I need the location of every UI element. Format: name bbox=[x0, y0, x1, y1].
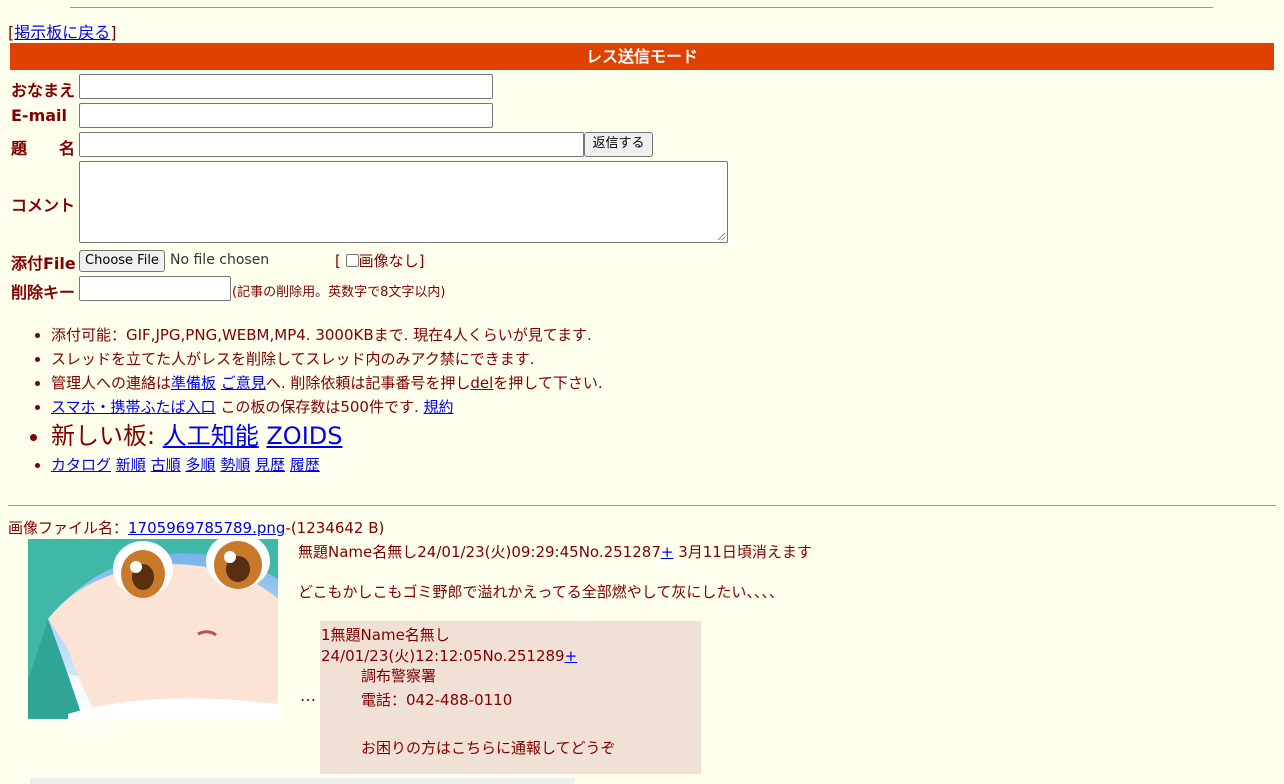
list-item: 管理人への連絡は準備板 ご意見へ. 削除依頼は記事番号を押しdelを押して下さい… bbox=[51, 371, 603, 395]
name-label: おなまえ bbox=[11, 81, 76, 100]
feedback-link[interactable]: ご意見 bbox=[221, 374, 266, 392]
list-item: 新しい板: 人工知能 ZOIDS bbox=[51, 419, 603, 453]
delete-key-label: 削除キー bbox=[11, 283, 76, 302]
subject-input[interactable] bbox=[79, 132, 584, 157]
contact-text-end: を押して下さい. bbox=[493, 374, 603, 392]
choose-file-button[interactable]: Choose File bbox=[79, 250, 165, 272]
list-item: スレッドを立てた人がレスを削除してスレッド内のみアク禁にできます. bbox=[51, 347, 603, 371]
reply-header: 1無題Name名無し 24/01/23(火)12:12:05No.251289+ bbox=[321, 624, 701, 666]
file-name-link[interactable]: 1705969785789.png bbox=[128, 519, 285, 537]
comment-textarea[interactable] bbox=[79, 161, 728, 243]
view-history-link[interactable]: 見歴 bbox=[255, 456, 285, 474]
reply-line: 電話：042-488-0110 bbox=[361, 691, 513, 709]
top-divider bbox=[70, 7, 1213, 8]
name-input[interactable] bbox=[79, 74, 493, 99]
prep-board-link[interactable]: 準備板 bbox=[171, 374, 216, 392]
reply-body: 調布警察署 電話：042-488-0110 お困りの方はこちらに通報してどうぞ bbox=[361, 664, 616, 760]
contact-text: 管理人への連絡は bbox=[51, 374, 172, 392]
post-meta: 無題Name名無し24/01/23(火)09:29:45No.251287 bbox=[298, 543, 661, 561]
new-board-zoids-link[interactable]: ZOIDS bbox=[266, 422, 342, 450]
mobile-entry-link[interactable]: スマホ・携帯ふたば入口 bbox=[51, 398, 216, 416]
rules-link[interactable]: 規約 bbox=[424, 398, 454, 416]
no-file-chosen-text: No file chosen bbox=[170, 252, 270, 268]
board-info-list: 添付可能：GIF,JPG,PNG,WEBM,MP4. 3000KBまで. 現在4… bbox=[11, 323, 603, 477]
file-label: 添付File bbox=[11, 254, 76, 273]
new-boards-label: 新しい板: bbox=[51, 422, 163, 450]
attachment-info: 添付可能：GIF,JPG,PNG,WEBM,MP4. 3000KBまで. 現在4… bbox=[51, 326, 592, 344]
post-ellipsis: … bbox=[300, 686, 316, 705]
reply-line: お困りの方はこちらに通報してどうぞ bbox=[361, 739, 616, 757]
file-size: -(1234642 B) bbox=[285, 519, 385, 537]
sort-new-link[interactable]: 新順 bbox=[116, 456, 146, 474]
post-expire: 3月11日頃消えます bbox=[673, 543, 812, 561]
next-reply-edge bbox=[30, 778, 575, 784]
post-plus-link[interactable]: + bbox=[661, 543, 674, 561]
no-image-checkbox[interactable] bbox=[345, 254, 359, 267]
no-image-label: 画像なし bbox=[358, 252, 419, 270]
list-item: カタログ 新順 古順 多順 勢順 見歴 履歴 bbox=[51, 453, 603, 477]
storage-info: この板の保存数は500件です. bbox=[215, 398, 424, 416]
history-link[interactable]: 履歴 bbox=[290, 456, 320, 474]
reply-line: 調布警察署 bbox=[361, 667, 437, 685]
anime-girl-image bbox=[28, 539, 278, 719]
catalog-link[interactable]: カタログ bbox=[51, 456, 111, 474]
bracket-close: ] bbox=[418, 252, 425, 270]
list-item: 添付可能：GIF,JPG,PNG,WEBM,MP4. 3000KBまで. 現在4… bbox=[51, 323, 603, 347]
sort-many-link[interactable]: 多順 bbox=[185, 456, 215, 474]
back-to-board-link[interactable]: 掲示板に戻る bbox=[14, 23, 110, 42]
file-name-label: 画像ファイル名： bbox=[8, 519, 129, 537]
reply-block: 1無題Name名無し 24/01/23(火)12:12:05No.251289+… bbox=[320, 621, 701, 774]
post-header: 無題Name名無し24/01/23(火)09:29:45No.251287+ 3… bbox=[298, 541, 812, 562]
reply-meta: 1無題Name名無し 24/01/23(火)12:12:05No.251289 bbox=[321, 626, 565, 665]
email-label: E-mail bbox=[11, 106, 68, 125]
reply-mode-banner: レス送信モード bbox=[10, 43, 1274, 70]
delete-key-note: (記事の削除用。英数字で8文字以内) bbox=[232, 285, 446, 300]
resize-handle-icon[interactable] bbox=[717, 232, 726, 241]
sort-momentum-link[interactable]: 勢順 bbox=[220, 456, 250, 474]
bracket-open: [ bbox=[335, 252, 341, 270]
del-link[interactable]: del bbox=[470, 374, 493, 392]
thread-divider bbox=[8, 505, 1276, 506]
post-body: どこもかしこもゴミ野郎で溢れかえってる全部燃やして灰にしたい、、、、 bbox=[298, 583, 784, 601]
reply-submit-button[interactable]: 返信する bbox=[584, 132, 653, 157]
bracket-close: ] bbox=[110, 23, 117, 42]
reply-spacer bbox=[361, 712, 616, 736]
comment-label: コメント bbox=[11, 196, 76, 215]
email-input[interactable] bbox=[79, 103, 493, 128]
thread-ban-info: スレッドを立てた人がレスを削除してスレッド内のみアク禁にできます. bbox=[51, 350, 535, 368]
no-image-option: [ 画像なし] bbox=[335, 250, 425, 271]
post-file-line: 画像ファイル名：1705969785789.png-(1234642 B) bbox=[8, 517, 384, 538]
sort-old-link[interactable]: 古順 bbox=[151, 456, 181, 474]
list-item: スマホ・携帯ふたば入口 この板の保存数は500件です. 規約 bbox=[51, 395, 603, 419]
delete-key-input[interactable] bbox=[79, 276, 231, 301]
contact-text-mid: へ. 削除依頼は記事番号を押し bbox=[265, 374, 471, 392]
subject-label: 題 名 bbox=[11, 139, 76, 158]
post-thumbnail[interactable] bbox=[28, 539, 278, 719]
reply-plus-link[interactable]: + bbox=[565, 647, 578, 665]
back-nav: [掲示板に戻る] bbox=[8, 19, 117, 43]
new-board-ai-link[interactable]: 人工知能 bbox=[163, 422, 259, 450]
